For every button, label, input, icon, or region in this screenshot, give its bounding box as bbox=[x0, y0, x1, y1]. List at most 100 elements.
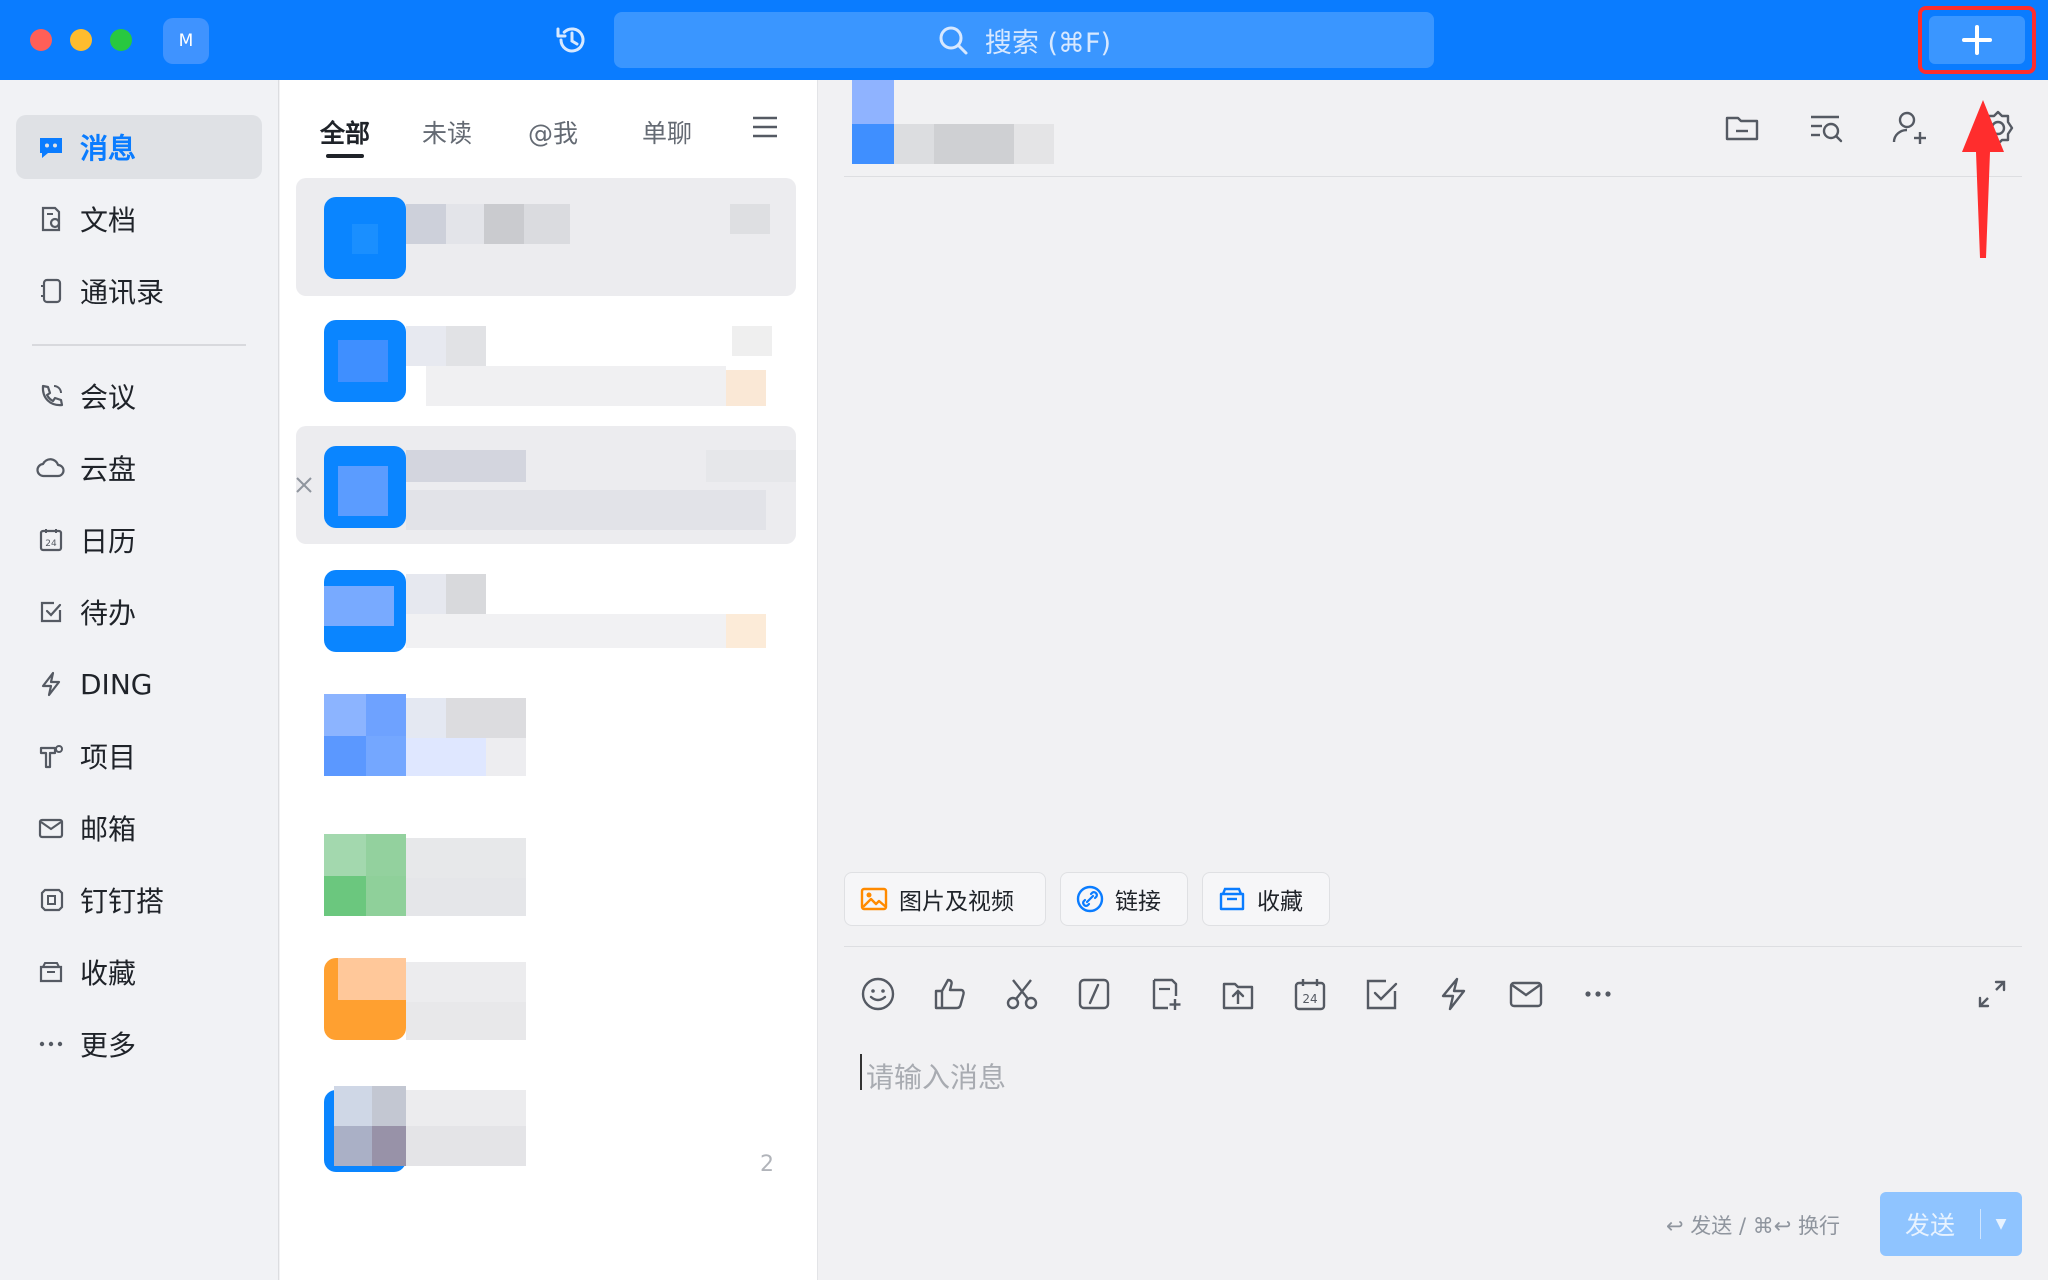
conversation-item[interactable] bbox=[296, 814, 796, 932]
search-bar[interactable]: 搜索 (⌘F) bbox=[614, 12, 1434, 68]
plus-icon bbox=[1962, 25, 1992, 55]
send-button[interactable]: 发送 ▼ bbox=[1880, 1192, 2022, 1256]
todo-icon bbox=[34, 595, 68, 629]
tab-unread[interactable]: 未读 bbox=[422, 114, 472, 150]
nav-item-more[interactable]: 更多 bbox=[16, 1012, 262, 1076]
history-icon[interactable] bbox=[553, 21, 591, 59]
nav-item-documents[interactable]: 文档 bbox=[16, 187, 262, 251]
user-avatar[interactable]: M bbox=[163, 18, 209, 64]
nav-item-label: 消息 bbox=[80, 132, 137, 165]
conversation-list-panel: 全部 未读 @我 单聊 2 bbox=[280, 80, 818, 1280]
quick-action-label: 收藏 bbox=[1257, 889, 1303, 915]
nav-item-label: 云盘 bbox=[80, 453, 137, 486]
message-icon bbox=[34, 130, 68, 164]
conversation-item[interactable] bbox=[296, 938, 796, 1056]
nav-item-label: 日历 bbox=[80, 525, 137, 558]
message-input[interactable]: 请输入消息 bbox=[866, 1056, 1006, 1096]
nav-item-meeting[interactable]: 会议 bbox=[16, 364, 262, 428]
ding-icon bbox=[34, 667, 68, 701]
emoji-icon[interactable] bbox=[860, 976, 896, 1012]
tab-mentions[interactable]: @我 bbox=[528, 114, 578, 150]
nav-item-todo[interactable]: 待办 bbox=[16, 580, 262, 644]
nav-item-cloud-drive[interactable]: 云盘 bbox=[16, 436, 262, 500]
new-document-icon[interactable] bbox=[1148, 976, 1184, 1012]
add-member-icon[interactable] bbox=[1890, 108, 1930, 148]
slash-command-icon[interactable] bbox=[1076, 976, 1112, 1012]
images-videos-button[interactable]: 图片及视频 bbox=[844, 872, 1046, 926]
conversation-item[interactable] bbox=[296, 1080, 796, 1198]
nav-item-project[interactable]: 项目 bbox=[16, 724, 262, 788]
upload-file-icon[interactable] bbox=[1220, 976, 1256, 1012]
ding-lightning-icon[interactable] bbox=[1436, 976, 1472, 1012]
more-options-icon[interactable] bbox=[1580, 976, 1616, 1012]
mail-icon[interactable] bbox=[1508, 976, 1544, 1012]
folder-icon[interactable] bbox=[1722, 108, 1762, 148]
close-window-button[interactable] bbox=[30, 29, 52, 51]
send-shortcut-hint: ↩ 发送 / ⌘↩ 换行 bbox=[1666, 1214, 1840, 1238]
calendar-event-icon[interactable]: 24 bbox=[1292, 976, 1328, 1012]
conversation-item[interactable] bbox=[296, 674, 796, 792]
close-icon[interactable] bbox=[294, 475, 314, 495]
more-icon bbox=[34, 1027, 68, 1061]
favorite-box-icon bbox=[1219, 887, 1245, 911]
project-icon bbox=[34, 739, 68, 773]
nav-item-mail[interactable]: 邮箱 bbox=[16, 796, 262, 860]
quick-action-label: 链接 bbox=[1115, 889, 1161, 915]
nav-item-favorites[interactable]: 收藏 bbox=[16, 940, 262, 1004]
nav-item-contacts[interactable]: 通讯录 bbox=[16, 259, 262, 323]
search-placeholder: 搜索 (⌘F) bbox=[984, 27, 1112, 59]
task-check-icon[interactable] bbox=[1364, 976, 1400, 1012]
avatar bbox=[324, 694, 366, 736]
cloud-icon bbox=[34, 451, 68, 485]
link-button[interactable]: 链接 bbox=[1060, 872, 1188, 926]
calendar-icon: 24 bbox=[34, 523, 68, 557]
search-icon bbox=[939, 26, 968, 55]
nav-item-label: 文档 bbox=[80, 204, 137, 237]
conversation-item[interactable] bbox=[296, 426, 796, 544]
nav-item-ding[interactable]: DING bbox=[16, 652, 262, 716]
favorite-icon bbox=[34, 955, 68, 989]
tab-all[interactable]: 全部 bbox=[320, 114, 370, 150]
conversation-item[interactable] bbox=[296, 178, 796, 296]
chat-panel: 图片及视频 链接 收藏 24 请输入消息 ↩ 发送 / ⌘↩ 换行 发送 ▼ bbox=[818, 80, 2048, 1280]
nav-item-messages[interactable]: 消息 bbox=[16, 115, 262, 179]
create-new-button[interactable] bbox=[1929, 16, 2025, 64]
svg-text:24: 24 bbox=[45, 539, 57, 549]
quick-action-label: 图片及视频 bbox=[899, 889, 1014, 915]
conversation-filter-tabs: 全部 未读 @我 单聊 bbox=[280, 80, 818, 160]
expand-icon[interactable] bbox=[1974, 976, 2010, 1012]
avatar bbox=[324, 834, 366, 876]
image-icon bbox=[860, 887, 888, 911]
meeting-icon bbox=[34, 379, 68, 413]
nav-item-label: 更多 bbox=[80, 1029, 137, 1062]
favorites-button[interactable]: 收藏 bbox=[1202, 872, 1330, 926]
header-divider bbox=[844, 176, 2022, 177]
send-options-dropdown-icon[interactable]: ▼ bbox=[1981, 1216, 2021, 1232]
main-navigation: 消息 文档 通讯录 会议 云盘 24 日历 待办 DING 项目 邮箱 钉钉搭 … bbox=[0, 80, 279, 1280]
chat-title-avatar bbox=[852, 80, 894, 124]
nav-item-label: 收藏 bbox=[80, 957, 137, 990]
nav-item-dingda[interactable]: 钉钉搭 bbox=[16, 868, 262, 932]
annotation-arrow-icon bbox=[1962, 100, 2004, 258]
conversation-item[interactable] bbox=[296, 550, 796, 668]
conversation-item[interactable] bbox=[296, 290, 796, 408]
nav-item-label: 待办 bbox=[80, 597, 137, 630]
minimize-window-button[interactable] bbox=[70, 29, 92, 51]
menu-icon[interactable] bbox=[750, 112, 780, 142]
nav-divider bbox=[32, 344, 246, 346]
svg-text:24: 24 bbox=[1302, 992, 1317, 1006]
nav-item-calendar[interactable]: 24 日历 bbox=[16, 508, 262, 572]
thumbs-up-icon[interactable] bbox=[932, 976, 968, 1012]
send-label: 发送 bbox=[1904, 1211, 1955, 1240]
title-bar: M 搜索 (⌘F) bbox=[0, 0, 2048, 80]
contacts-icon bbox=[34, 274, 68, 308]
zoom-window-button[interactable] bbox=[110, 29, 132, 51]
nav-item-label: 钉钉搭 bbox=[80, 885, 165, 918]
scissors-icon[interactable] bbox=[1004, 976, 1040, 1012]
search-messages-icon[interactable] bbox=[1806, 108, 1846, 148]
link-icon bbox=[1076, 885, 1104, 913]
tab-single-chat[interactable]: 单聊 bbox=[642, 114, 692, 150]
document-icon bbox=[34, 202, 68, 236]
nav-item-label: 项目 bbox=[80, 741, 137, 774]
mail-icon bbox=[34, 811, 68, 845]
